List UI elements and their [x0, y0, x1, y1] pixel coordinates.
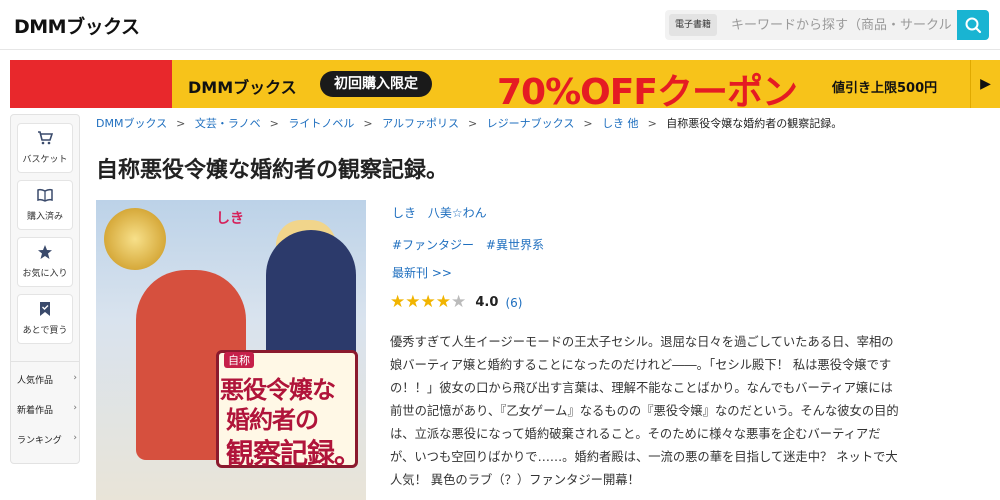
search-icon — [965, 17, 982, 34]
rating-summary[interactable]: ★★★★★ 4.0 (6) — [390, 292, 522, 312]
description-line: が、いつも空回りばかりで……。婚約者殿は、一流の悪の華を目指して迷走中？ ネット… — [390, 450, 898, 464]
genre-tags: #ファンタジー #異世界系 — [392, 236, 552, 253]
banner-logo: DMMブックス — [188, 78, 297, 97]
book-cover-image[interactable]: しき 自称 悪役令嬢な 婚約者の 観察記録。 — [96, 200, 366, 500]
banner-discount-text: 70%OFFクーポン — [497, 72, 798, 108]
genre-tag-link[interactable]: #異世界系 — [486, 238, 544, 252]
description-line: 娘バーティア嬢と婚約することになったのだけれど――。「セシル殿下！ 私は悪役令嬢… — [390, 358, 892, 372]
banner-first-purchase-label: 初回購入限定 — [320, 71, 432, 97]
page-title: 自称悪役令嬢な婚約者の観察記録。 — [96, 158, 449, 183]
banner-next-arrow-icon[interactable]: ▶ — [970, 60, 1000, 108]
banner-discount-cap: 値引き上限500円 — [832, 81, 938, 96]
book-icon — [37, 188, 53, 202]
chevron-right-icon: › — [73, 373, 77, 383]
nav-popular-link[interactable]: 人気作品 › — [17, 373, 77, 386]
nav-divider — [11, 361, 79, 362]
nav-new-link[interactable]: 新着作品 › — [17, 403, 77, 416]
star-icon: ★ — [405, 292, 421, 312]
star-icon: ★ — [435, 292, 451, 312]
nav-ranking-label: ランキング — [17, 436, 62, 446]
search-category-select[interactable]: 電子書籍 — [669, 14, 718, 36]
description-line: は、立派な悪役になって婚約破棄されること。そのために様々な悪事を企むバーティアだ — [390, 427, 881, 441]
star-icon: ★ — [390, 292, 406, 312]
product-description: 優秀すぎて人生イージーモードの王太子セシル。退屈な日々を過ごしていたある日、宰相… — [390, 331, 970, 492]
chevron-right-icon: › — [73, 433, 77, 443]
side-navigation: バスケット 購入済み お気に入り あとで買う 人気作品 › 新着作品 › ランキ… — [10, 114, 80, 464]
breadcrumb-separator: > — [363, 117, 373, 130]
review-count-link[interactable]: (6) — [505, 292, 522, 314]
breadcrumb-item[interactable]: 文芸・ラノベ — [195, 117, 261, 130]
description-line: 優秀すぎて人生イージーモードの王太子セシル。退屈な日々を過ごしていたある日、宰相… — [390, 335, 894, 349]
breadcrumb-item[interactable]: しき 他 — [602, 117, 639, 130]
search-button[interactable] — [957, 10, 989, 40]
breadcrumb-separator: > — [269, 117, 279, 130]
breadcrumb-separator: > — [647, 117, 657, 130]
star-icon: ★ — [420, 292, 436, 312]
author-list: しき 八美☆わん — [392, 204, 495, 221]
breadcrumb-separator: > — [467, 117, 478, 130]
cover-title-badge: 自称 — [224, 352, 254, 368]
breadcrumb-item[interactable]: レジーナブックス — [487, 117, 575, 130]
author-link[interactable]: しき — [392, 206, 416, 220]
nav-favorites-button[interactable]: お気に入り — [17, 237, 73, 287]
nav-later-label: あとで買う — [22, 326, 68, 336]
breadcrumb-separator: > — [583, 117, 593, 130]
nav-popular-label: 人気作品 — [17, 376, 54, 386]
breadcrumb-item[interactable]: DMMブックス — [96, 117, 167, 130]
search-input[interactable] — [731, 14, 953, 36]
author-link[interactable]: 八美☆わん — [428, 206, 487, 220]
search-bar: 電子書籍 — [665, 10, 989, 40]
nav-basket-button[interactable]: バスケット — [17, 123, 73, 173]
description-line: 人気！ 異色のラブ（？）ファンタジー開幕！ — [390, 473, 640, 487]
breadcrumb: DMMブックス > 文芸・ラノベ > ライトノベル > アルファポリス > レジーナブッ… — [96, 115, 845, 131]
site-logo[interactable]: DMMブックス — [14, 12, 140, 39]
breadcrumb-current: 自称悪役令嬢な婚約者の観察記録。 — [666, 117, 843, 130]
breadcrumb-separator: > — [176, 117, 186, 130]
nav-purchased-label: 購入済み — [26, 212, 63, 222]
cover-title-line: 観察記録。 — [226, 437, 362, 470]
rating-value: 4.0 — [475, 295, 499, 310]
description-line: 前世の記憶があり、『乙女ゲーム』なるものの『悪役令嬢』なのだという。そんな彼女の… — [390, 404, 899, 418]
chevron-right-icon: › — [73, 403, 77, 413]
site-header: DMMブックス 電子書籍 — [0, 0, 1000, 50]
nav-favorites-label: お気に入り — [22, 269, 68, 279]
nav-purchased-button[interactable]: 購入済み — [17, 180, 73, 230]
nav-later-button[interactable]: あとで買う — [17, 294, 73, 344]
star-icon — [38, 245, 52, 259]
cover-title-line: 婚約者の — [226, 406, 319, 434]
cover-publisher-badge — [104, 208, 166, 270]
nav-ranking-link[interactable]: ランキング › — [17, 433, 77, 446]
genre-tag-link[interactable]: #ファンタジー — [392, 238, 474, 252]
coupon-banner[interactable]: DMMブックス 初回購入限定 70%OFFクーポン 値引き上限500円 ▶ — [10, 60, 1000, 108]
latest-volume-link[interactable]: 最新刊 >> — [392, 264, 452, 281]
star-empty-icon: ★ — [451, 292, 467, 312]
cover-author: しき — [216, 211, 244, 227]
cart-icon — [38, 131, 53, 145]
nav-basket-label: バスケット — [22, 155, 68, 165]
breadcrumb-item[interactable]: ライトノベル — [288, 117, 354, 130]
breadcrumb-item[interactable]: アルファポリス — [382, 117, 459, 130]
description-line: の！！」彼女の口から飛び出す言葉は、理解不能なことばかり。なんでもバーティア嬢に… — [390, 381, 893, 395]
nav-new-label: 新着作品 — [17, 406, 54, 416]
bookmark-icon — [40, 302, 50, 316]
